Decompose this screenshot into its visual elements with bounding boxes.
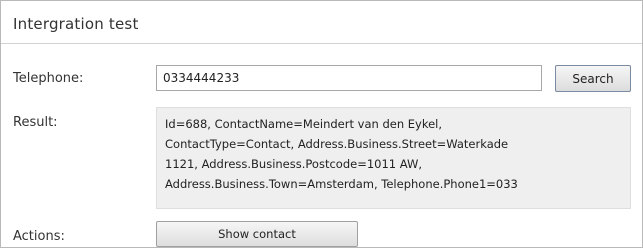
telephone-label: Telephone: — [13, 71, 84, 86]
title-divider — [1, 43, 642, 44]
telephone-input[interactable] — [156, 65, 542, 91]
search-button[interactable]: Search — [555, 65, 631, 92]
panel-title: Intergration test — [13, 15, 139, 33]
integration-test-panel: Intergration test Telephone: Search Resu… — [0, 0, 643, 248]
actions-label: Actions: — [13, 229, 65, 244]
show-contact-button[interactable]: Show contact — [156, 221, 358, 247]
result-label: Result: — [13, 115, 58, 130]
result-output: Id=688, ContactName=Meindert van den Eyk… — [156, 107, 631, 209]
